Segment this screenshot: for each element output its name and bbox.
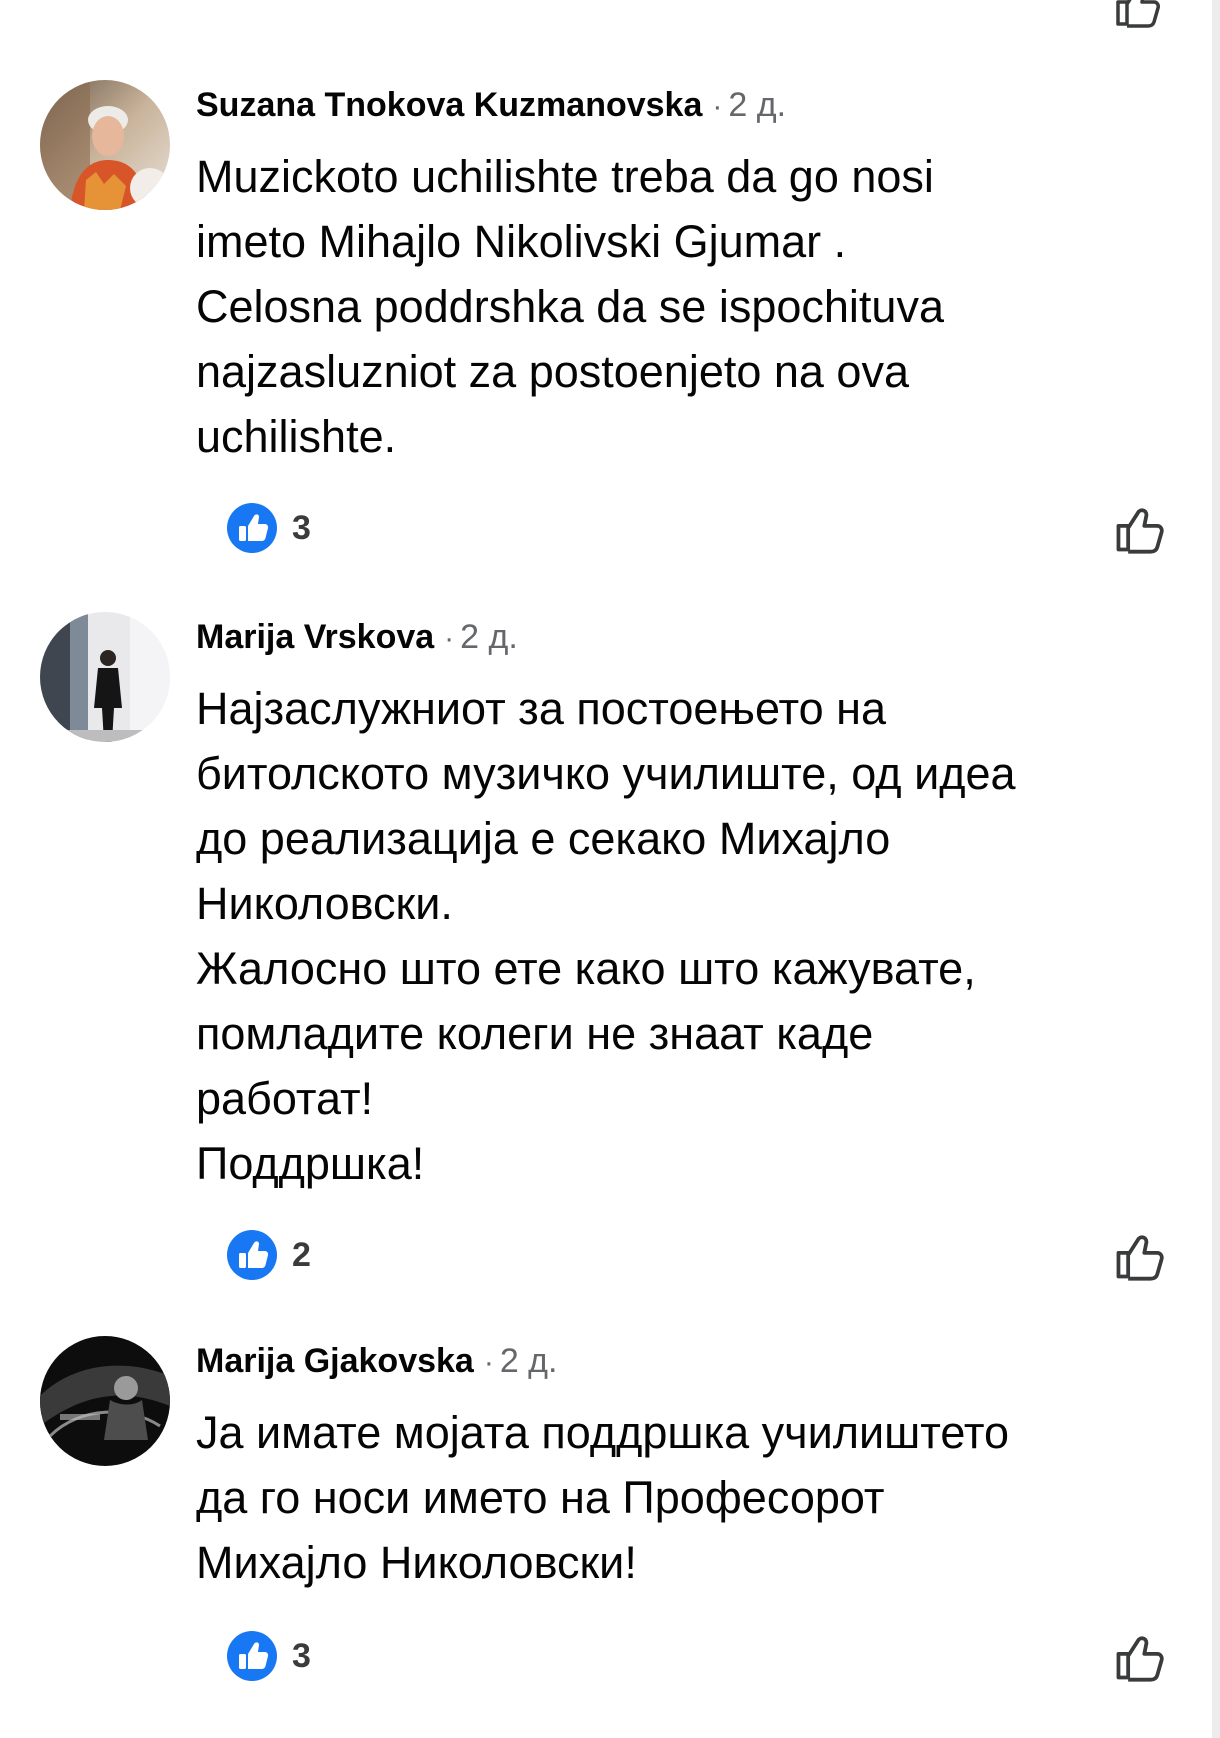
- like-button[interactable]: [1112, 500, 1168, 556]
- reaction-summary[interactable]: 3: [226, 500, 311, 556]
- avatar-photo: [40, 612, 170, 742]
- previous-comment-like-button[interactable]: [1112, 0, 1164, 30]
- comment-text: Најзаслужниот за постоењето на битолскот…: [196, 676, 1176, 1196]
- comment-line: Николовски.: [196, 878, 453, 929]
- avatar[interactable]: [40, 80, 170, 210]
- comment-text: Ја имате мојата поддршка училиштето да г…: [196, 1400, 1176, 1595]
- comment-line: imeto Mihajlo Nikolivski Gjumar .: [196, 216, 847, 267]
- thumbs-up-outline-icon: [1116, 508, 1164, 554]
- comment-line: работат!: [196, 1073, 374, 1124]
- comment-line: Жалосно што ете како што кажувате,: [196, 943, 976, 994]
- comment-line: Поддршка!: [196, 1138, 425, 1189]
- comment-line: najzasluzniot za postoenjeto na ova: [196, 346, 909, 397]
- separator: ·: [444, 622, 455, 655]
- reaction-summary[interactable]: 3: [226, 1628, 311, 1684]
- comment-header: Marija Vrskova · 2 д.: [196, 612, 518, 662]
- like-reaction-icon: [227, 1230, 277, 1280]
- scroll-edge: [1212, 0, 1220, 1738]
- comment-line: Ја имате мојата поддршка училиштето: [196, 1407, 1010, 1458]
- comment-line: да го носи името на Професорот: [196, 1472, 885, 1523]
- avatar-photo: [40, 1336, 170, 1466]
- like-count: 3: [292, 1636, 311, 1675]
- avatar[interactable]: [40, 1336, 170, 1466]
- thumbs-up-outline-icon: [1116, 0, 1160, 28]
- author-name[interactable]: Suzana Tnokova Kuzmanovska: [196, 86, 702, 124]
- like-reaction-icon: [227, 1631, 277, 1681]
- comment-line: битолското музичко училиште, од идеа: [196, 748, 1016, 799]
- avatar[interactable]: [40, 612, 170, 742]
- like-count: 3: [292, 508, 311, 547]
- comment-line: Celosna poddrshka da se ispochituva: [196, 281, 944, 332]
- comment-time[interactable]: 2 д.: [460, 618, 518, 656]
- comment-time[interactable]: 2 д.: [728, 86, 786, 124]
- comment-line: Најзаслужниот за постоењето на: [196, 683, 887, 734]
- reaction-summary[interactable]: 2: [226, 1227, 311, 1283]
- like-button[interactable]: [1112, 1227, 1168, 1283]
- comment-time[interactable]: 2 д.: [500, 1342, 558, 1380]
- author-name[interactable]: Marija Vrskova: [196, 618, 434, 656]
- like-reaction-icon: [227, 503, 277, 553]
- thumbs-up-outline-icon: [1116, 1636, 1164, 1682]
- comment-line: до реализација е секако Михајло: [196, 813, 891, 864]
- author-name[interactable]: Marija Gjakovska: [196, 1342, 474, 1380]
- avatar-photo: [40, 80, 170, 210]
- like-button[interactable]: [1112, 1628, 1168, 1684]
- comment-line: помладите колеги не знаат каде: [196, 1008, 874, 1059]
- comment-text: Muzickoto uchilishte treba da go nosi im…: [196, 144, 1176, 469]
- like-count: 2: [292, 1235, 311, 1274]
- comment-line: Muzickoto uchilishte treba da go nosi: [196, 151, 934, 202]
- separator: ·: [712, 90, 723, 123]
- comment-line: uchilishte.: [196, 411, 397, 462]
- separator: ·: [483, 1346, 494, 1379]
- comment-header: Marija Gjakovska · 2 д.: [196, 1336, 557, 1386]
- comment-header: Suzana Tnokova Kuzmanovska · 2 д.: [196, 80, 786, 130]
- comment-line: Михајло Николовски!: [196, 1537, 637, 1588]
- thumbs-up-outline-icon: [1116, 1235, 1164, 1281]
